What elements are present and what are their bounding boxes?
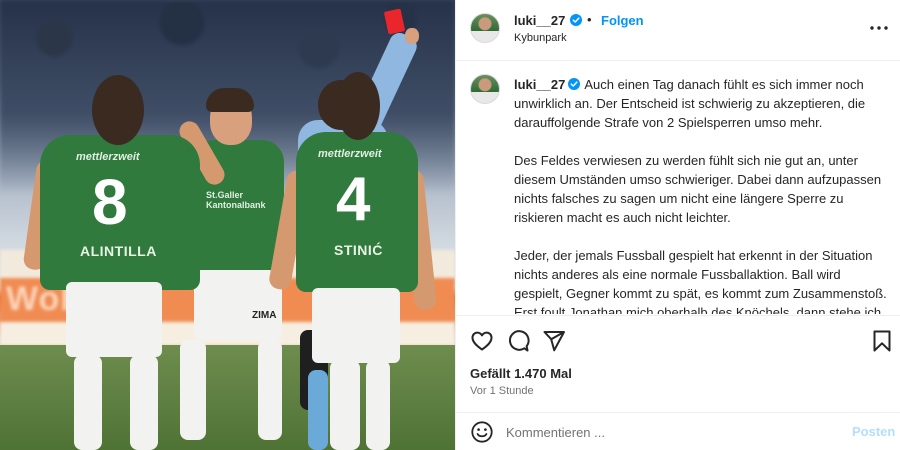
like-count[interactable]: Gefällt 1.470 Mal — [470, 366, 572, 381]
shorts-sponsor: ZIMA — [252, 310, 277, 321]
player-center-hair — [206, 88, 254, 112]
referee-sock — [308, 370, 328, 450]
player-4-jersey: mettlerzweit 4 STINIĆ — [296, 132, 418, 292]
player-4-left-leg — [330, 360, 360, 450]
avatar[interactable] — [470, 13, 500, 43]
caption-text: luki__27 Auch einen Tag danach fühlt es s… — [514, 75, 889, 314]
caption-avatar[interactable] — [470, 74, 500, 104]
post-timestamp[interactable]: Vor 1 Stunde — [470, 385, 534, 397]
player-8-right-leg — [130, 355, 158, 450]
player-center-left-leg — [180, 340, 206, 440]
caption-paragraph-1: Auch einen Tag danach fühlt es sich imme… — [514, 77, 866, 130]
player-8-shorts — [66, 282, 162, 357]
player-4-shorts — [312, 288, 400, 363]
header-username[interactable]: luki__27 — [514, 13, 565, 28]
post-actions: Gefällt 1.470 Mal Vor 1 Stunde Posten — [456, 315, 900, 445]
jersey-sponsor: St.Galler Kantonalbank — [206, 190, 266, 210]
verified-badge-icon — [570, 14, 582, 26]
player-4-head — [336, 72, 380, 140]
post-side-panel: luki__27 • Folgen Kybunpark luki__27 Auch… — [455, 0, 900, 450]
jersey-sponsor: mettlerzweit — [76, 151, 140, 163]
player-8-jersey: mettlerzweit 8 ALINTILLA — [40, 135, 200, 290]
comment-icon[interactable] — [506, 329, 530, 353]
emoji-icon[interactable] — [470, 420, 494, 444]
share-icon[interactable] — [542, 329, 566, 353]
jersey-number: 8 — [92, 166, 128, 238]
comment-input[interactable] — [506, 422, 826, 442]
referee-hand — [405, 28, 419, 44]
verified-badge-icon — [568, 78, 581, 90]
player-8-left-leg — [74, 355, 102, 450]
jersey-sponsor: mettlerzweit — [318, 148, 382, 160]
player-center-right-leg — [258, 340, 282, 440]
caption-area[interactable]: luki__27 Auch einen Tag danach fühlt es s… — [456, 62, 900, 314]
follow-button[interactable]: Folgen — [601, 13, 644, 28]
jersey-name: STINIĆ — [334, 242, 383, 258]
jersey-name: ALINTILLA — [80, 243, 157, 259]
heart-icon[interactable] — [470, 329, 494, 353]
bookmark-icon[interactable] — [870, 329, 894, 353]
post-header: luki__27 • Folgen Kybunpark — [456, 0, 900, 61]
player-8-head — [92, 75, 144, 145]
comment-bar: Posten — [456, 412, 900, 450]
jersey-number: 4 — [336, 165, 371, 234]
separator-dot: • — [587, 12, 592, 27]
caption-paragraph-3: Jeder, der jemals Fussball gespielt hat … — [514, 248, 887, 314]
caption-paragraph-2: Des Feldes verwiesen zu werden fühlt sic… — [514, 153, 882, 225]
post-photo[interactable]: Woh St.Galler Kantonalbank ZIMA mettlerz… — [0, 0, 455, 450]
more-options-icon[interactable] — [868, 20, 890, 36]
player-4-right-leg — [366, 360, 390, 450]
location-link[interactable]: Kybunpark — [514, 32, 567, 44]
caption-paragraph: luki__27 Auch einen Tag danach fühlt es s… — [514, 75, 889, 132]
post-comment-button[interactable]: Posten — [852, 424, 895, 439]
caption-username[interactable]: luki__27 — [514, 77, 565, 92]
